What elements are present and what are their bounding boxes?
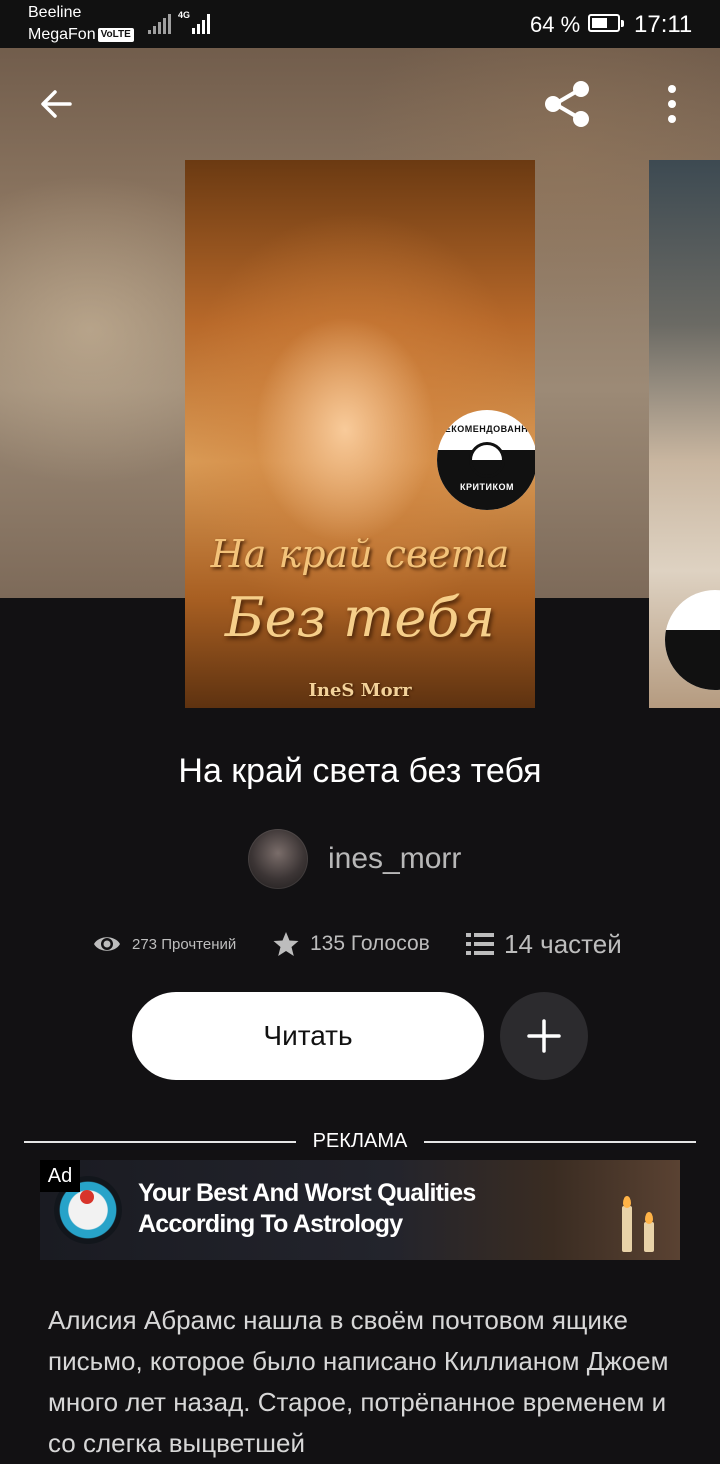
volte-badge: VoLTE xyxy=(97,27,134,42)
next-book-cover[interactable] xyxy=(649,160,720,708)
author-avatar[interactable] xyxy=(248,829,308,889)
share-button[interactable] xyxy=(541,78,593,130)
arrow-left-icon xyxy=(41,90,72,118)
battery-fill xyxy=(592,18,607,28)
share-icon xyxy=(545,81,589,127)
signal-strength-icon xyxy=(148,14,171,34)
eye-icon xyxy=(94,937,120,951)
story-description: Алисия Абрамс нашла в своём почтовом ящи… xyxy=(48,1305,669,1458)
carrier-secondary: MegaFon VoLTE xyxy=(28,25,134,45)
book-cover[interactable]: РЕКОМЕНДОВАННО КРИТИКОМ На край света Бе… xyxy=(185,160,535,708)
story-stats: 273 Прочтений 135 Голосов 14 частей xyxy=(0,922,720,966)
badge-bottom-label: КРИТИКОМ xyxy=(460,482,514,492)
carrier-secondary-label: MegaFon xyxy=(28,26,96,43)
badge-emblem-icon xyxy=(469,442,505,478)
read-button[interactable]: Читать xyxy=(132,992,484,1080)
ad-banner[interactable]: Ad Your Best And Worst Qualities Accordi… xyxy=(40,1160,680,1260)
author-link[interactable]: ines_morr xyxy=(248,828,461,890)
reads-stat: 273 Прочтений xyxy=(92,922,236,966)
recommended-badge: РЕКОМЕНДОВАННО КРИТИКОМ xyxy=(437,410,535,510)
ad-section-label: РЕКЛАМА xyxy=(312,1130,408,1152)
list-icon xyxy=(466,933,494,955)
author-name[interactable]: ines_morr xyxy=(328,842,461,876)
more-options-button[interactable] xyxy=(646,78,698,130)
clock: 17:11 xyxy=(634,11,693,38)
plus-icon xyxy=(527,1019,561,1053)
book-title: На край света без тебя xyxy=(178,752,542,790)
candle-icon-2 xyxy=(644,1222,654,1252)
recommended-badge-partial xyxy=(665,590,720,690)
back-button[interactable] xyxy=(30,78,82,130)
battery-icon xyxy=(588,14,624,32)
votes-stat: 135 Голосов xyxy=(272,922,430,966)
status-bar: Beeline MegaFon VoLTE 4G 64 % 17:11 xyxy=(0,0,720,48)
carrier-primary: Beeline xyxy=(28,4,82,21)
votes-count: 135 Голосов xyxy=(310,932,430,955)
ad-headline[interactable]: Your Best And Worst Qualities According … xyxy=(138,1178,538,1240)
ad-divider: РЕКЛАМА xyxy=(24,1128,696,1156)
more-vertical-icon xyxy=(668,85,676,123)
ad-tag: Ad xyxy=(40,1160,80,1192)
parts-count[interactable]: 14 частей xyxy=(504,929,622,960)
star-icon xyxy=(273,932,299,956)
reads-count: 273 Прочтений xyxy=(132,935,237,953)
add-to-library-button[interactable] xyxy=(500,992,588,1080)
signal-strength-icon-2 xyxy=(192,14,210,34)
cover-author: IneS Morr xyxy=(308,680,412,701)
cover-title-line-2: Без тебя xyxy=(224,586,496,649)
parts-stat[interactable]: 14 частей xyxy=(466,922,622,966)
cover-title-line-1: На край света xyxy=(210,532,510,576)
network-type: 4G xyxy=(178,10,191,20)
candle-icon xyxy=(622,1206,632,1252)
battery-percent: 64 % xyxy=(530,12,581,37)
badge-top-label: РЕКОМЕНДОВАННО xyxy=(438,424,535,434)
